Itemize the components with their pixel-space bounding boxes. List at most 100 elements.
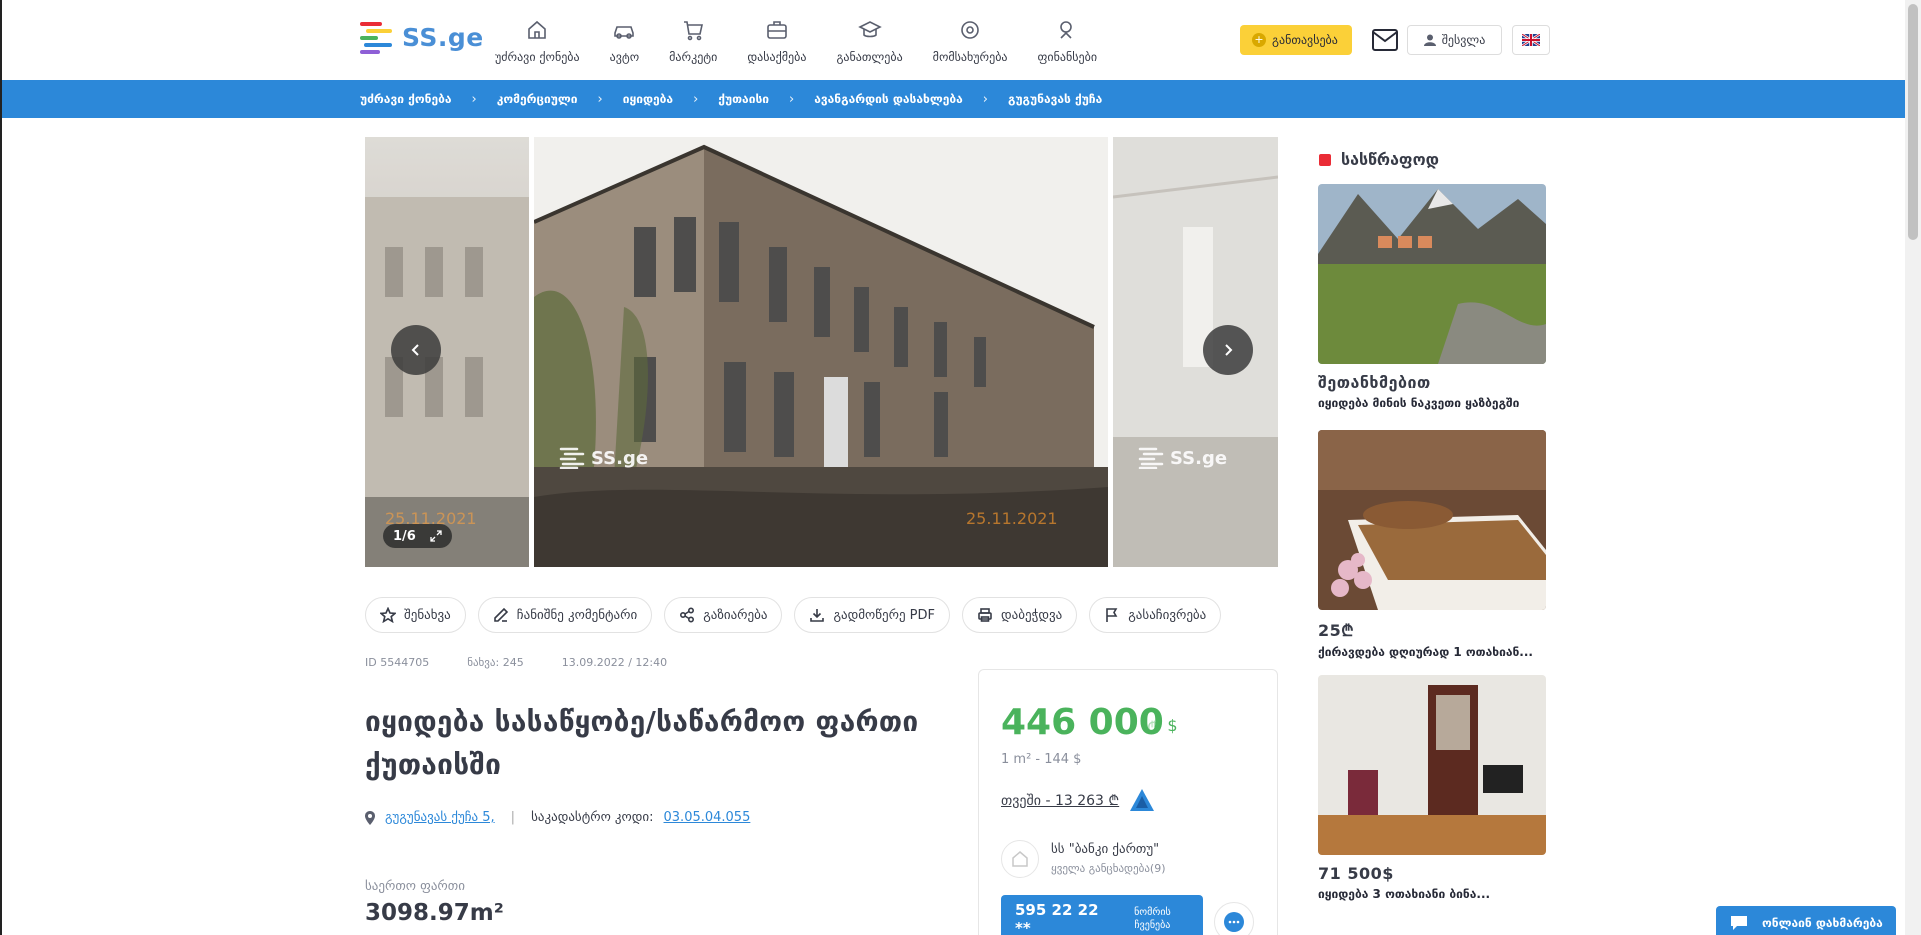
interior-photo-image [1113, 137, 1278, 567]
share-button[interactable]: გაზიარება [664, 597, 783, 633]
seller-avatar[interactable] [1001, 840, 1039, 878]
urgent-card[interactable]: 71 500$ იყიდება 3 ოთახიანი ბინა... [1318, 675, 1546, 901]
previous-photo[interactable]: 25.11.2021 [365, 137, 529, 567]
action-label: გაზიარება [703, 607, 768, 623]
language-switch[interactable] [1512, 25, 1550, 55]
user-icon [1423, 34, 1436, 46]
main-photo[interactable]: SS.ge 25.11.2021 [534, 137, 1108, 567]
card-price: შეთანხმებით [1318, 373, 1431, 392]
price-per-sqm: 1 m² - 144 $ [1001, 752, 1082, 767]
page-scrollbar[interactable] [1905, 0, 1921, 935]
breadcrumb-item[interactable]: ქუთაისი [718, 92, 769, 106]
chevron-right-icon: › [982, 91, 988, 107]
top-header: SS.ge უძრავი ქონება ავტო მარკეტი დასაქმე… [2, 0, 1907, 80]
gallery-prev-button[interactable] [391, 325, 441, 375]
chevron-right-icon: › [693, 91, 699, 107]
star-icon [380, 607, 396, 623]
urgent-card[interactable]: 25₾ ქირავდება დღიურად 1 ოთახიან... [1318, 430, 1546, 659]
action-label: გასაჩივრება [1128, 607, 1207, 623]
nav-real-estate[interactable]: უძრავი ქონება [495, 18, 580, 64]
urgent-heading: სასწრაფოდ [1319, 150, 1439, 169]
breadcrumb-item[interactable]: იყიდება [623, 92, 673, 106]
building-photo-image [365, 197, 529, 567]
card-description: იყიდება მინის ნაკვეთი ყაზბეგში [1318, 396, 1520, 410]
breadcrumb-item[interactable]: კომერციული [497, 92, 578, 106]
seller-all-listings[interactable]: ყველა განცხადება(9) [1051, 862, 1166, 875]
area-label: საერთო ფართი [365, 879, 465, 894]
action-label: ჩანიშნე კომენტარი [516, 607, 638, 623]
mountain-land-photo-image [1318, 184, 1546, 364]
online-help-button[interactable]: ონლაინ დახმარება [1716, 906, 1896, 935]
add-listing-button[interactable]: + განთავსება [1240, 25, 1352, 55]
seller-name[interactable]: სს "ბანკი ქართუ" [1051, 842, 1159, 857]
print-button[interactable]: დაბეჭდვა [962, 597, 1078, 633]
download-icon [810, 609, 825, 622]
nav-finance[interactable]: ფინანსები [1037, 18, 1098, 64]
watermark-text: SS.ge [591, 447, 649, 469]
action-label: დაბეჭდვა [1001, 607, 1063, 623]
building-photo-image [534, 137, 1108, 567]
listing-views: ნახვა: 245 [467, 656, 524, 669]
chevron-right-icon: › [789, 91, 795, 107]
listing-actions: შენახვა ჩანიშნე კომენტარი გაზიარება გადმ… [365, 597, 1222, 633]
breadcrumb-item[interactable]: უძრავი ქონება [360, 92, 452, 106]
report-button[interactable]: გასაჩივრება [1089, 597, 1222, 633]
home-icon [1012, 851, 1028, 867]
monthly-payment-text: თვეში - 13 263 ₾ [1001, 792, 1120, 809]
nav-label: ფინანსები [1037, 50, 1098, 64]
monthly-payment-link[interactable]: თვეში - 13 263 ₾ [1001, 788, 1155, 812]
price-value: 446 000 [1001, 702, 1164, 743]
login-button[interactable]: შესვლა [1407, 25, 1502, 55]
logo-text: SS.ge [402, 22, 484, 52]
card-image [1318, 184, 1546, 364]
photo-counter-text: 1/6 [393, 528, 416, 544]
breadcrumb-bar: უძრავი ქონება › კომერციული › იყიდება › ქ… [2, 80, 1907, 118]
currency-usd-toggle[interactable]: $ [1167, 716, 1177, 738]
nav-market[interactable]: მარკეტი [669, 18, 717, 64]
currency-switch: ₾ $ [1147, 716, 1178, 738]
plus-icon: + [1252, 33, 1266, 47]
breadcrumb-item[interactable]: ავანგარდის დასახლება [814, 92, 963, 106]
ss-logo[interactable]: SS.ge [360, 20, 484, 54]
next-photo[interactable]: SS.ge [1113, 137, 1278, 567]
nav-jobs[interactable]: დასაქმება [747, 18, 806, 64]
urgent-card[interactable]: შეთანხმებით იყიდება მინის ნაკვეთი ყაზბეგ… [1318, 184, 1546, 410]
cadastral-code-link[interactable]: 03.05.04.055 [664, 810, 751, 825]
download-pdf-button[interactable]: გადმოწერე PDF [794, 597, 951, 633]
add-comment-button[interactable]: ჩანიშნე კომენტარი [477, 597, 653, 633]
gear-icon [961, 21, 979, 39]
expand-icon [430, 530, 442, 542]
card-price: 71 500$ [1318, 864, 1394, 883]
card-description: იყიდება 3 ოთახიანი ბინა... [1318, 887, 1491, 901]
mail-icon[interactable] [1372, 29, 1398, 51]
phone-number: 595 22 22 ** [1015, 901, 1099, 935]
card-image [1318, 430, 1546, 610]
show-phone-button[interactable]: 595 22 22 ** ნომრის ჩვენება [1001, 895, 1203, 935]
finance-icon [1060, 21, 1073, 39]
chat-button[interactable] [1214, 902, 1254, 935]
address-link[interactable]: გუგუნავას ქუჩა 5, [385, 810, 495, 825]
main-nav: უძრავი ქონება ავტო მარკეტი დასაქმება გან… [495, 18, 1127, 64]
save-button[interactable]: შენახვა [365, 597, 466, 633]
currency-gel-toggle[interactable]: ₾ [1147, 716, 1159, 738]
nav-education[interactable]: განათლება [836, 18, 903, 64]
nav-label: მომსახურება [932, 50, 1008, 64]
listing-id: ID 5544705 [365, 656, 430, 669]
map-pin-icon [365, 810, 375, 825]
login-label: შესვლა [1441, 33, 1486, 47]
card-price: 25₾ [1318, 621, 1355, 640]
gallery-next-button[interactable] [1203, 325, 1253, 375]
nav-auto[interactable]: ავტო [610, 18, 639, 64]
page: SS.ge უძრავი ქონება ავტო მარკეტი დასაქმე… [0, 0, 1921, 935]
listing-date: 13.09.2022 / 12:40 [561, 656, 668, 669]
uk-flag-icon [1522, 34, 1540, 46]
scrollbar-thumb[interactable] [1908, 4, 1918, 240]
breadcrumb: უძრავი ქონება › კომერციული › იყიდება › ქ… [360, 80, 1102, 118]
breadcrumb-item[interactable]: გუგუნავას ქუჩა [1008, 92, 1102, 106]
bedroom-photo-image [1318, 430, 1546, 610]
watermark-text: SS.ge [1170, 447, 1228, 469]
photo-counter[interactable]: 1/6 [383, 524, 452, 548]
area-value: 3098.97m² [365, 900, 504, 926]
nav-services[interactable]: მომსახურება [933, 18, 1008, 64]
photo-gallery: 25.11.2021 SS.ge 25.11.2021 SS.ge 1/6 [365, 137, 1278, 567]
